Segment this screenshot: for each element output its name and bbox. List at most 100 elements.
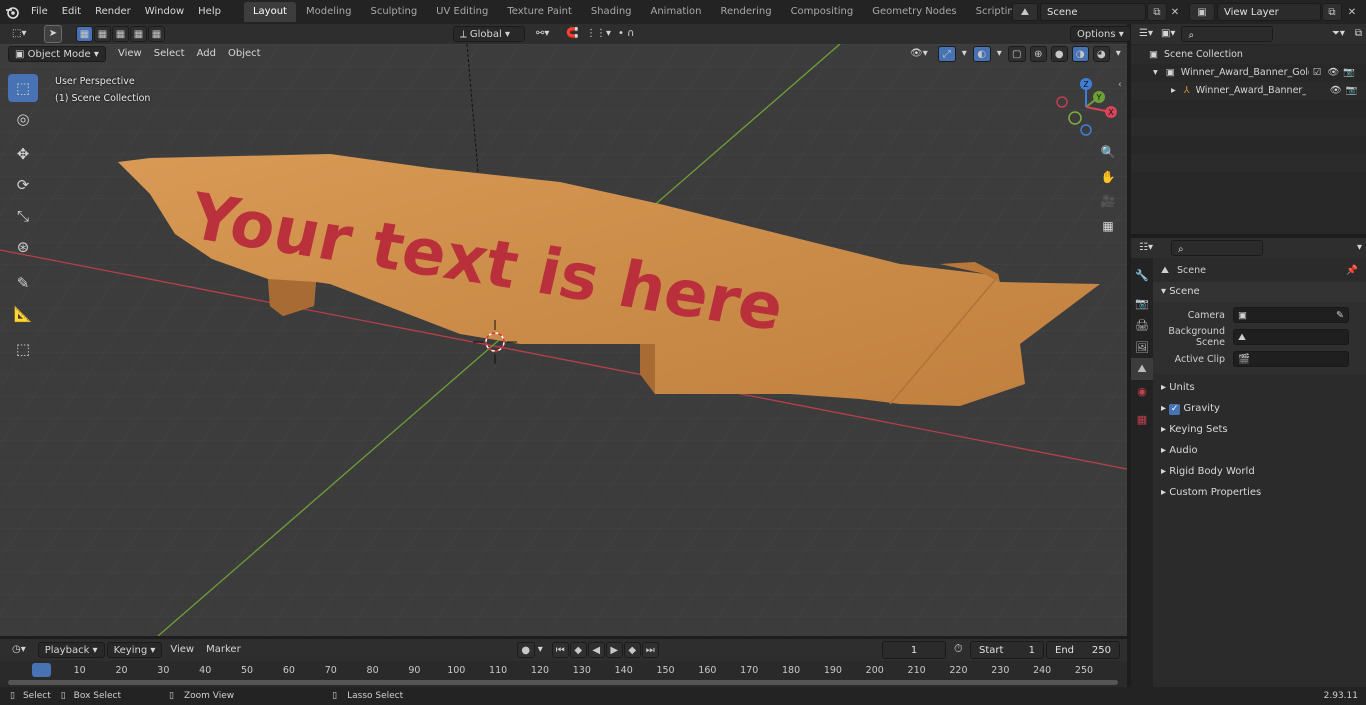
outliner-editor-type-icon[interactable]: ☰▾ xyxy=(1137,26,1155,42)
cursor-tool-button[interactable]: ◎ xyxy=(8,105,38,133)
mode-dropdown[interactable]: ▣ Object Mode ▾ xyxy=(8,46,106,62)
menu-add[interactable]: Add xyxy=(191,46,222,62)
menu-view[interactable]: View xyxy=(112,46,148,62)
properties-options-icon[interactable]: ▾ xyxy=(1353,240,1366,256)
render-camera-icon[interactable]: 📷 xyxy=(1343,64,1355,82)
render-camera-icon[interactable]: 📷 xyxy=(1346,82,1358,100)
jump-start-icon[interactable]: ⏮ xyxy=(551,642,569,658)
new-collection-icon[interactable]: ⧉ xyxy=(1351,26,1366,42)
prev-keyframe-icon[interactable]: ◆ xyxy=(569,642,587,658)
scale-tool-button[interactable]: ⤡ xyxy=(8,202,38,230)
view-layer-type-icon[interactable]: ▣ xyxy=(1189,3,1215,21)
transform-tool-button[interactable]: ⊛ xyxy=(8,233,38,261)
tab-geometry-nodes[interactable]: Geometry Nodes xyxy=(863,2,965,22)
annotate-tool-button[interactable]: ✎ xyxy=(8,269,38,297)
menu-edit[interactable]: Edit xyxy=(55,0,88,24)
rigid-body-world-panel[interactable]: ▸ Rigid Body World xyxy=(1153,462,1366,482)
rotate-tool-button[interactable]: ⟳ xyxy=(8,171,38,199)
overlay-toggle-icon[interactable]: ◐ xyxy=(972,46,991,62)
record-dropdown-icon[interactable]: ▾ xyxy=(535,642,546,658)
play-icon[interactable]: ▶ xyxy=(605,642,623,658)
select-subtract-icon[interactable]: ▦ xyxy=(112,26,129,42)
next-keyframe-icon[interactable]: ◆ xyxy=(623,642,641,658)
stopwatch-icon[interactable]: ⏱ xyxy=(954,642,963,656)
add-cube-tool-button[interactable]: ⬚ xyxy=(8,335,38,363)
active-clip-field[interactable]: 🎬 xyxy=(1233,351,1349,367)
playhead[interactable] xyxy=(32,663,51,677)
timeline-scrollbar[interactable] xyxy=(8,680,1118,685)
tab-world-icon[interactable]: ◉ xyxy=(1131,380,1153,402)
shading-material-icon[interactable]: ◑ xyxy=(1071,46,1089,62)
zoom-icon[interactable]: 🔍 xyxy=(1097,141,1119,163)
properties-editor-type-icon[interactable]: ☷▾ xyxy=(1137,240,1155,256)
select-extend-icon[interactable]: ▦ xyxy=(94,26,111,42)
scene-type-icon[interactable]: ⛰ xyxy=(1012,3,1038,21)
outliner-root-row[interactable]: ▣ Scene Collection xyxy=(1131,46,1366,64)
tab-rendering[interactable]: Rendering xyxy=(711,2,780,22)
outliner-item-row[interactable]: ▸ ⅄ Winner_Award_Banner_C 👁 📷 xyxy=(1131,82,1366,100)
shading-wireframe-icon[interactable]: ⊕ xyxy=(1029,46,1047,62)
measure-tool-button[interactable]: 📐 xyxy=(8,300,38,328)
scene-section-header[interactable]: ▾ Scene xyxy=(1153,282,1366,302)
blender-logo-icon[interactable] xyxy=(0,0,24,24)
orientation-dropdown[interactable]: ⟂ Global ▾ xyxy=(453,26,525,42)
tab-view-layer-icon[interactable]: 🖼 xyxy=(1131,336,1153,358)
end-frame-field[interactable]: End 250 xyxy=(1046,641,1120,659)
tab-texture-paint[interactable]: Texture Paint xyxy=(498,2,581,22)
tab-uv-editing[interactable]: UV Editing xyxy=(427,2,497,22)
tab-scene-icon[interactable]: ⛰ xyxy=(1131,358,1153,380)
gravity-checkbox[interactable]: ✓ xyxy=(1169,404,1181,415)
eyedropper-icon[interactable]: ✎ xyxy=(1336,310,1348,321)
editor-type-button[interactable]: ⬚▾ xyxy=(6,26,32,42)
keying-sets-panel[interactable]: ▸ Keying Sets xyxy=(1153,420,1366,440)
start-frame-field[interactable]: Start 1 xyxy=(970,641,1044,659)
pivot-icon[interactable]: ⚯▾ xyxy=(530,26,555,42)
tool-select-icon[interactable]: ➤ xyxy=(44,25,62,43)
menu-render[interactable]: Render xyxy=(88,0,138,24)
filter-icon[interactable]: ⏷▾ xyxy=(1330,26,1347,42)
custom-properties-panel[interactable]: ▸ Custom Properties xyxy=(1153,483,1366,503)
units-panel[interactable]: ▸ Units xyxy=(1153,378,1366,398)
jump-end-icon[interactable]: ⏭ xyxy=(641,642,659,658)
expand-arrow-icon[interactable]: ▾ xyxy=(1153,64,1158,82)
new-scene-icon[interactable]: ⧉ xyxy=(1147,3,1167,21)
select-new-icon[interactable]: ▦ xyxy=(76,26,93,42)
tab-output-icon[interactable]: 🖨 xyxy=(1131,314,1153,336)
gravity-panel[interactable]: ▸ ✓ Gravity xyxy=(1153,399,1366,419)
select-intersect-icon[interactable]: ▦ xyxy=(148,26,165,42)
close-view-layer-icon[interactable]: ✕ xyxy=(1342,3,1362,21)
pan-hand-icon[interactable]: ✋ xyxy=(1097,166,1119,188)
tab-animation[interactable]: Animation xyxy=(642,2,711,22)
shading-dropdown-icon[interactable]: ▾ xyxy=(1114,46,1123,62)
record-icon[interactable]: ● xyxy=(516,642,535,658)
tab-compositing[interactable]: Compositing xyxy=(782,2,863,22)
tab-texture-icon[interactable]: ▦ xyxy=(1131,408,1153,430)
overlay-dropdown-icon[interactable]: ▾ xyxy=(995,46,1004,62)
display-mode-icon[interactable]: ▣▾ xyxy=(1159,26,1177,42)
view-layer-field[interactable]: View Layer xyxy=(1217,3,1321,21)
tab-shading[interactable]: Shading xyxy=(582,2,641,22)
play-reverse-icon[interactable]: ◀ xyxy=(587,642,605,658)
tab-modeling[interactable]: Modeling xyxy=(297,2,361,22)
shading-solid-icon[interactable]: ● xyxy=(1050,46,1068,62)
camera-field[interactable]: ▣ ✎ xyxy=(1233,307,1349,323)
3d-viewport[interactable]: Your text is here xyxy=(0,44,1127,636)
menu-object[interactable]: Object xyxy=(222,46,267,62)
timeline-editor-type-icon[interactable]: ◷▾ xyxy=(6,642,32,658)
select-invert-icon[interactable]: ▦ xyxy=(130,26,147,42)
menu-file[interactable]: File xyxy=(24,0,55,24)
tab-tool-icon[interactable]: 🔧 xyxy=(1131,264,1153,286)
camera-view-icon[interactable]: 🎥 xyxy=(1097,190,1119,212)
tab-layout[interactable]: Layout xyxy=(243,2,296,22)
tab-render-icon[interactable]: 📷 xyxy=(1131,292,1153,314)
sidebar-toggle-icon[interactable]: ‹ xyxy=(1118,80,1122,90)
xray-icon[interactable]: ▢ xyxy=(1007,46,1026,62)
move-tool-button[interactable]: ✥ xyxy=(8,140,38,168)
include-checkbox-icon[interactable]: ☑ xyxy=(1313,64,1322,82)
menu-select[interactable]: Select xyxy=(148,46,191,62)
audio-panel[interactable]: ▸ Audio xyxy=(1153,441,1366,461)
timeline-ruler[interactable]: 1102030405060708090100110120130140150160… xyxy=(0,661,1127,687)
close-scene-icon[interactable]: ✕ xyxy=(1165,3,1185,21)
expand-arrow-icon[interactable]: ▸ xyxy=(1171,82,1176,100)
eye-icon[interactable]: 👁 xyxy=(1327,64,1339,82)
